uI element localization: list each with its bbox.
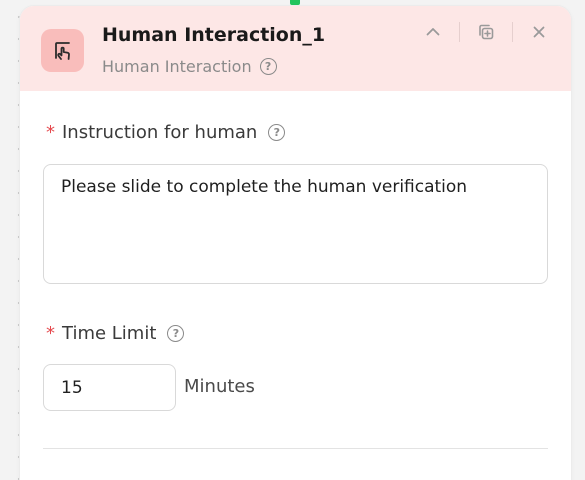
node-subtitle-text: Human Interaction xyxy=(102,57,252,76)
panel-header: Human Interaction_1 Human Interaction ? xyxy=(20,6,571,91)
instruction-label: * Instruction for human ? xyxy=(46,122,286,143)
time-limit-label: * Time Limit ? xyxy=(46,323,185,344)
time-unit-label: Minutes xyxy=(184,376,255,397)
help-icon[interactable]: ? xyxy=(268,124,286,141)
header-actions xyxy=(421,20,551,44)
hand-pointer-icon xyxy=(54,41,70,60)
close-button[interactable] xyxy=(527,20,551,44)
instruction-input[interactable]: Please slide to complete the human verif… xyxy=(43,164,548,284)
required-marker: * xyxy=(46,323,55,344)
duplicate-button[interactable] xyxy=(474,20,498,44)
node-settings-panel: Human Interaction_1 Human Interaction ? xyxy=(20,6,571,480)
help-icon[interactable]: ? xyxy=(167,325,185,342)
node-type-badge xyxy=(41,29,84,72)
connection-handle[interactable] xyxy=(290,0,300,5)
instruction-label-text: Instruction for human xyxy=(62,122,258,143)
node-title: Human Interaction_1 xyxy=(102,24,326,46)
copy-icon xyxy=(479,24,494,40)
required-marker: * xyxy=(46,122,55,143)
action-divider xyxy=(459,22,460,42)
chevron-up-icon xyxy=(426,28,440,36)
section-divider xyxy=(43,448,548,449)
close-icon xyxy=(533,26,545,38)
time-limit-input[interactable] xyxy=(43,364,176,411)
time-limit-label-text: Time Limit xyxy=(62,323,157,344)
action-divider xyxy=(512,22,513,42)
help-icon[interactable]: ? xyxy=(259,58,277,75)
collapse-button[interactable] xyxy=(421,20,445,44)
node-type-label: Human Interaction ? xyxy=(102,57,277,76)
